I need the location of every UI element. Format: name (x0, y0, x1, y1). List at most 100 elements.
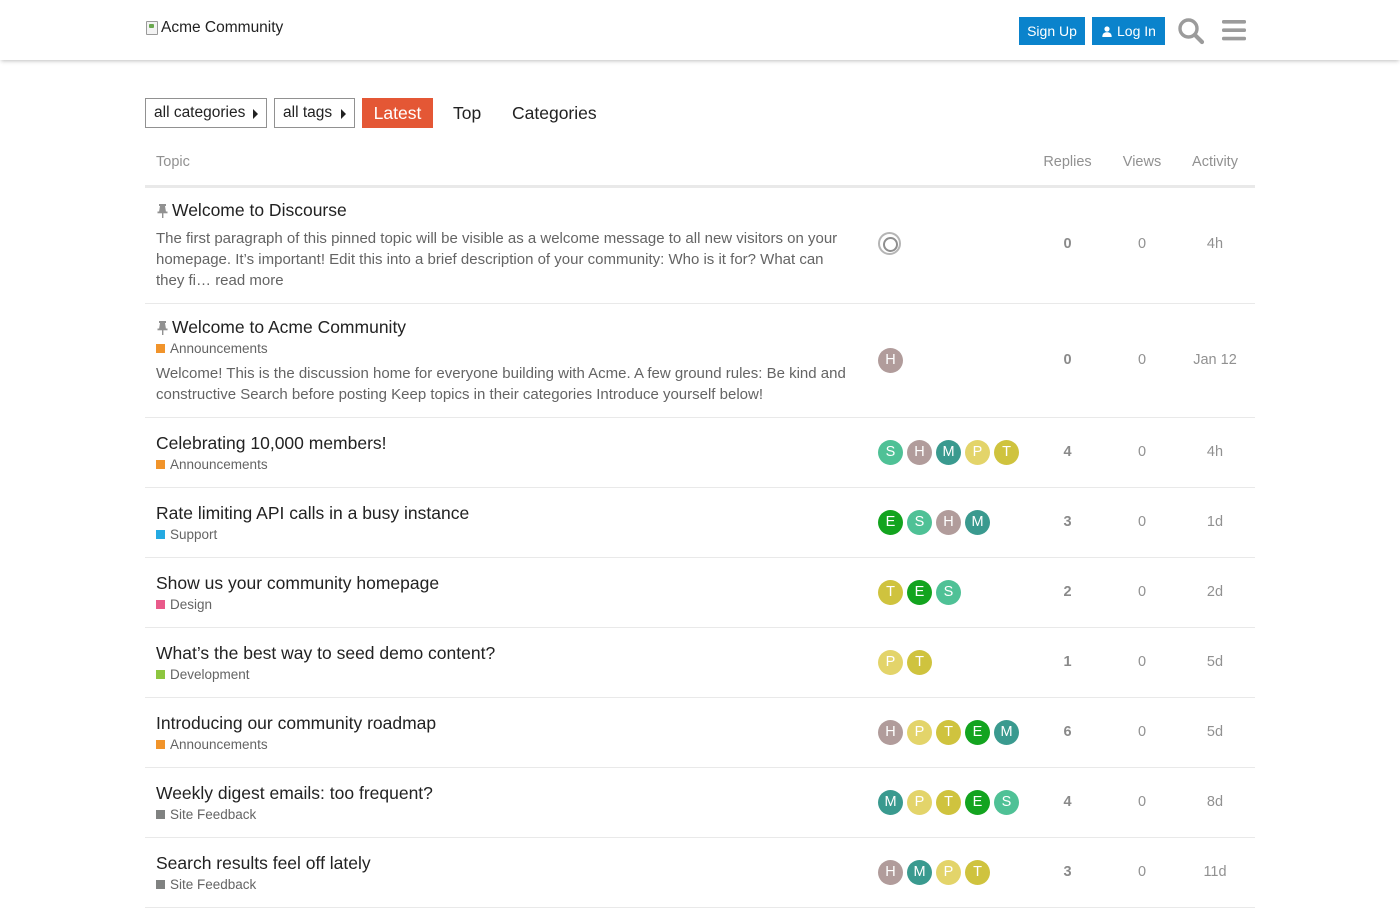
hamburger-menu-icon[interactable] (1219, 16, 1249, 46)
topic-replies[interactable]: 4 (1035, 444, 1100, 460)
topic-row[interactable]: Rate limiting API calls in a busy instan… (145, 488, 1255, 558)
topic-row[interactable]: Search results feel off lately Site Feedb… (145, 838, 1255, 908)
topic-replies[interactable]: 3 (1035, 864, 1100, 880)
avatar[interactable]: P (936, 860, 961, 885)
category-badge[interactable]: Support (156, 527, 217, 542)
topic-row[interactable]: Introducing our community roadmap Announc… (145, 698, 1255, 768)
avatar[interactable]: T (878, 580, 903, 605)
topic-title[interactable]: Search results feel off lately (156, 853, 371, 874)
topic-activity[interactable]: 1d (1177, 514, 1253, 530)
category-badge[interactable]: Site Feedback (156, 877, 256, 892)
avatar[interactable]: M (878, 790, 903, 815)
topic-title[interactable]: Show us your community homepage (156, 573, 439, 594)
avatar[interactable]: T (907, 650, 932, 675)
avatar[interactable]: H (878, 348, 903, 373)
avatar[interactable]: H (878, 860, 903, 885)
topic-title[interactable]: Celebrating 10,000 members! (156, 433, 387, 454)
topic-activity[interactable]: 8d (1177, 794, 1253, 810)
topic-activity[interactable]: 5d (1177, 654, 1253, 670)
topic-views: 0 (1137, 724, 1147, 740)
topic-title[interactable]: Welcome to Discourse (156, 200, 347, 221)
nav-top[interactable]: Top (453, 98, 481, 128)
category-color-swatch (156, 460, 165, 469)
avatar[interactable]: T (994, 440, 1019, 465)
avatar[interactable]: S (907, 510, 932, 535)
category-badge[interactable]: Site Feedback (156, 807, 256, 822)
topic-row[interactable]: Celebrating 10,000 members! Announcements… (145, 418, 1255, 488)
topic-activity[interactable]: 5d (1177, 724, 1253, 740)
avatar[interactable]: M (936, 440, 961, 465)
pin-icon (157, 203, 168, 218)
search-icon[interactable] (1176, 16, 1206, 46)
topic-title-text: Welcome to Discourse (172, 200, 347, 220)
topic-row[interactable]: Welcome to Discourse The first paragraph… (145, 188, 1255, 304)
topic-row[interactable]: What’s the best way to seed demo content… (145, 628, 1255, 698)
category-name: Announcements (170, 737, 268, 752)
topic-activity[interactable]: 11d (1177, 864, 1253, 880)
column-header-views[interactable]: Views (1111, 154, 1173, 170)
category-badge[interactable]: Announcements (156, 737, 268, 752)
topic-activity[interactable]: Jan 12 (1177, 352, 1253, 368)
topic-title[interactable]: What’s the best way to seed demo content… (156, 643, 495, 664)
avatar[interactable]: P (907, 720, 932, 745)
avatar[interactable]: P (965, 440, 990, 465)
column-header-activity[interactable]: Activity (1177, 154, 1253, 170)
topic-replies[interactable]: 4 (1035, 794, 1100, 810)
avatar[interactable] (878, 232, 901, 255)
topic-posters: TES (878, 580, 965, 605)
avatar[interactable]: H (907, 440, 932, 465)
avatar[interactable]: M (907, 860, 932, 885)
avatar[interactable]: P (907, 790, 932, 815)
topic-replies[interactable]: 3 (1035, 514, 1100, 530)
read-more-link[interactable]: read more (215, 272, 283, 289)
category-badge[interactable]: Announcements (156, 457, 268, 472)
caret-right-icon (253, 109, 258, 119)
topic-activity[interactable]: 4h (1177, 236, 1253, 252)
avatar[interactable]: E (878, 510, 903, 535)
avatar[interactable]: M (994, 720, 1019, 745)
avatar[interactable]: P (878, 650, 903, 675)
topic-replies[interactable]: 0 (1035, 236, 1100, 252)
category-badge[interactable]: Announcements (156, 341, 268, 356)
topic-title[interactable]: Welcome to Acme Community (156, 317, 406, 338)
avatar[interactable]: T (965, 860, 990, 885)
column-header-topic[interactable]: Topic (156, 154, 190, 170)
avatar[interactable]: M (965, 510, 990, 535)
topic-replies[interactable]: 6 (1035, 724, 1100, 740)
nav-categories[interactable]: Categories (512, 98, 597, 128)
topic-title[interactable]: Rate limiting API calls in a busy instan… (156, 503, 469, 524)
log-in-button[interactable]: Log In (1092, 17, 1165, 45)
topic-activity[interactable]: 4h (1177, 444, 1253, 460)
avatar[interactable]: H (936, 510, 961, 535)
topic-posters: SHMPT (878, 440, 1023, 465)
avatar[interactable]: T (936, 720, 961, 745)
topic-replies[interactable]: 0 (1035, 352, 1100, 368)
site-logo[interactable]: Acme Community (145, 19, 283, 37)
tag-dropdown[interactable]: all tags (274, 98, 355, 128)
topic-replies[interactable]: 1 (1035, 654, 1100, 670)
category-badge[interactable]: Development (156, 667, 250, 682)
topic-views: 0 (1137, 864, 1147, 880)
topic-title[interactable]: Introducing our community roadmap (156, 713, 436, 734)
avatar[interactable]: H (878, 720, 903, 745)
category-dropdown-label: all categories (154, 104, 246, 121)
avatar[interactable]: T (936, 790, 961, 815)
avatar[interactable]: E (965, 790, 990, 815)
topic-title[interactable]: Weekly digest emails: too frequent? (156, 783, 433, 804)
category-badge[interactable]: Design (156, 597, 212, 612)
avatar[interactable]: S (994, 790, 1019, 815)
avatar[interactable]: E (965, 720, 990, 745)
topic-replies[interactable]: 2 (1035, 584, 1100, 600)
avatar[interactable]: E (907, 580, 932, 605)
sign-up-button[interactable]: Sign Up (1019, 17, 1085, 45)
topic-row[interactable]: Weekly digest emails: too frequent? Site … (145, 768, 1255, 838)
avatar[interactable]: S (936, 580, 961, 605)
nav-latest[interactable]: Latest (362, 98, 433, 128)
topic-row[interactable]: Welcome to Acme Community Announcements … (145, 304, 1255, 418)
avatar[interactable]: S (878, 440, 903, 465)
topic-views: 0 (1137, 444, 1147, 460)
category-dropdown[interactable]: all categories (145, 98, 267, 128)
column-header-replies[interactable]: Replies (1035, 154, 1100, 170)
topic-row[interactable]: Show us your community homepage Design T E S… (145, 558, 1255, 628)
topic-activity[interactable]: 2d (1177, 584, 1253, 600)
